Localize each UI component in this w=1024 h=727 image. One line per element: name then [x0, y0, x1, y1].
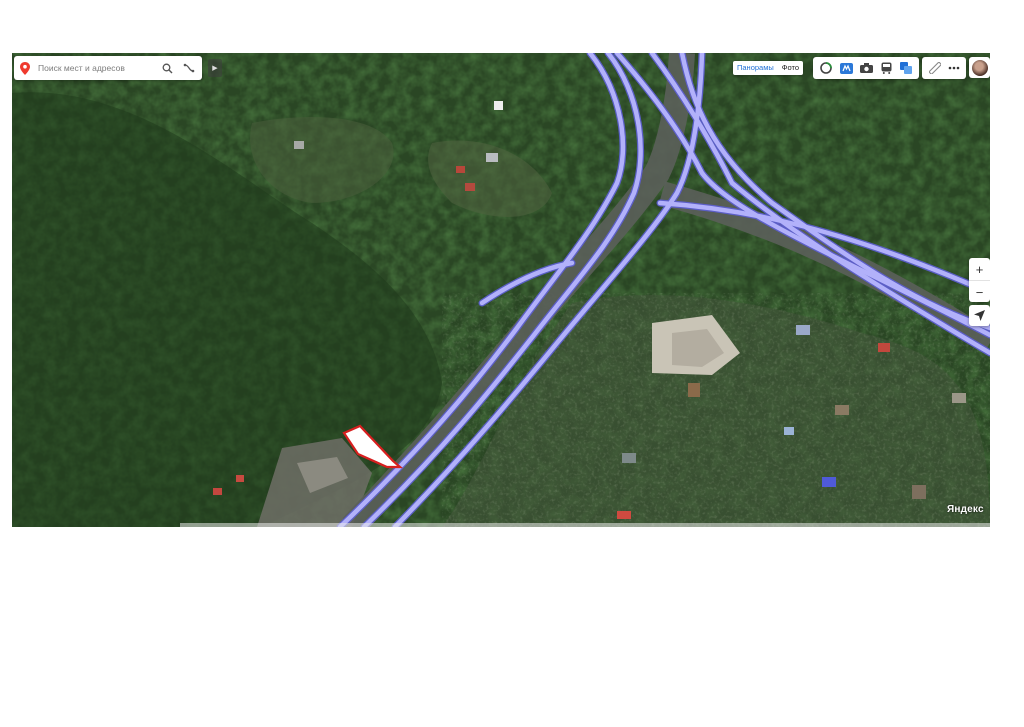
satellite-imagery: [12, 53, 990, 527]
route-icon[interactable]: [182, 61, 196, 75]
avatar-image: [971, 59, 988, 76]
attribution-bar: [180, 523, 990, 527]
satellite-map[interactable]: Поиск мест и адресов ▶ Панорамы Фото + −…: [12, 53, 990, 527]
layer-switch[interactable]: Панорамы Фото: [733, 61, 803, 75]
traffic-icon[interactable]: [816, 58, 836, 78]
triangle-right-icon: ▶: [212, 65, 218, 72]
locate-arrow-icon: [974, 310, 985, 321]
user-avatar[interactable]: [969, 57, 990, 78]
collapse-panel-button[interactable]: ▶: [208, 59, 222, 77]
yandex-logo: Яндекс: [947, 504, 984, 515]
map-layers-toolbar: [813, 57, 919, 79]
layers-icon[interactable]: [896, 58, 916, 78]
camera-icon[interactable]: [856, 58, 876, 78]
photo-toggle[interactable]: Фото: [778, 61, 803, 75]
tools-toolbar: [922, 57, 966, 79]
bus-icon[interactable]: [876, 58, 896, 78]
zoom-control: + −: [969, 258, 990, 302]
search-icon[interactable]: [160, 61, 174, 75]
zoom-in-button[interactable]: +: [969, 258, 990, 280]
panoramas-toggle[interactable]: Панорамы: [733, 61, 778, 75]
more-icon[interactable]: [944, 58, 963, 78]
location-pin-icon: [18, 60, 32, 76]
metro-icon[interactable]: [836, 58, 856, 78]
geolocation-button[interactable]: [969, 305, 990, 326]
search-input[interactable]: Поиск мест и адресов: [38, 63, 152, 73]
search-box[interactable]: Поиск мест и адресов: [14, 56, 202, 80]
zoom-out-button[interactable]: −: [969, 280, 990, 303]
ruler-icon[interactable]: [925, 58, 944, 78]
